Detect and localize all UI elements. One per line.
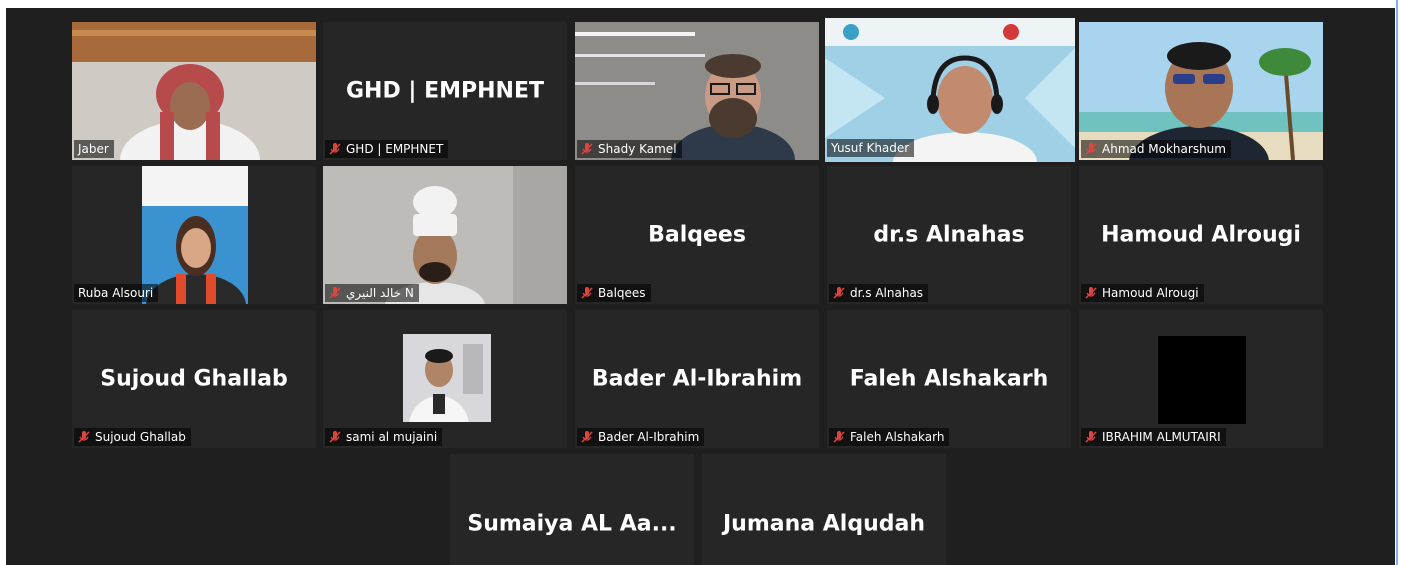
gallery-view: Jaber GHD | EMPHNET GHD | EMPHNET Shady … <box>6 8 1395 565</box>
window-edge <box>1396 0 1398 565</box>
participant-tile-jaber[interactable]: Jaber <box>72 22 316 160</box>
participant-name-tag: خالد النيري N <box>325 284 419 302</box>
participant-tile-hamoud-alrougi[interactable]: Hamoud Alrougi Hamoud Alrougi <box>1079 166 1323 304</box>
participant-name: Sujoud Ghallab <box>95 430 186 444</box>
participant-name: IBRAHIM ALMUTAIRI <box>1102 430 1221 444</box>
participant-name-tag: Faleh Alshakarh <box>829 428 950 446</box>
participant-name: Shady Kamel <box>598 142 677 156</box>
participant-tile-ibrahim-almutairi[interactable]: IBRAHIM ALMUTAIRI <box>1079 310 1323 448</box>
participant-display-name: Balqees <box>648 222 746 248</box>
participant-name-tag: Yusuf Khader <box>827 139 915 157</box>
participant-name-tag: Jaber <box>74 140 114 158</box>
participant-name-tag: Balqees <box>577 284 651 302</box>
participant-tile-bader-al-ibrahim[interactable]: Bader Al-Ibrahim Bader Al-Ibrahim <box>575 310 819 448</box>
participant-tile-khalid[interactable]: خالد النيري N <box>323 166 567 304</box>
participant-tile-ahmad-mokharshum[interactable]: Ahmad Mokharshum <box>1079 22 1323 160</box>
participant-display-name: Jumana Alqudah <box>722 511 926 537</box>
participant-tile-yusuf-khader[interactable]: Yusuf Khader <box>825 18 1075 162</box>
muted-mic-icon <box>1085 431 1097 443</box>
participant-name: خالد النيري N <box>346 286 414 300</box>
participant-tile-ruba-alsouri[interactable]: Ruba Alsouri <box>72 166 316 304</box>
participant-name-tag: Ruba Alsouri <box>74 284 159 302</box>
participant-tile-shady-kamel[interactable]: Shady Kamel <box>575 22 819 160</box>
participant-display-name: GHD | EMPHNET <box>346 78 544 104</box>
muted-mic-icon <box>833 431 845 443</box>
participant-name: Hamoud Alrougi <box>1102 286 1199 300</box>
muted-mic-icon <box>581 287 593 299</box>
participant-name-tag: Shady Kamel <box>577 140 682 158</box>
participant-tile-balqees[interactable]: Balqees Balqees <box>575 166 819 304</box>
participant-tile-sujoud-ghallab[interactable]: Sujoud Ghallab Sujoud Ghallab <box>72 310 316 448</box>
participant-display-name: dr.s Alnahas <box>873 222 1025 248</box>
muted-mic-icon <box>78 431 90 443</box>
participant-display-name: Faleh Alshakarh <box>849 366 1049 392</box>
participant-display-name: Hamoud Alrougi <box>1101 222 1301 248</box>
participant-tile-jumana-alqudah[interactable]: Jumana Alqudah <box>702 454 946 565</box>
participant-name: Bader Al-Ibrahim <box>598 430 700 444</box>
participant-name-tag: sami al mujaini <box>325 428 443 446</box>
muted-mic-icon <box>329 143 341 155</box>
participant-name: Balqees <box>598 286 646 300</box>
participant-display-name: Bader Al-Ibrahim <box>591 366 803 392</box>
participant-tile-drs-alnahas[interactable]: dr.s Alnahas dr.s Alnahas <box>827 166 1071 304</box>
muted-mic-icon <box>329 287 341 299</box>
muted-mic-icon <box>1085 287 1097 299</box>
participant-name-tag: Hamoud Alrougi <box>1081 284 1204 302</box>
participant-name: dr.s Alnahas <box>850 286 924 300</box>
profile-photo <box>1158 336 1246 424</box>
muted-mic-icon <box>581 143 593 155</box>
participant-tile-ghd-emphnet[interactable]: GHD | EMPHNET GHD | EMPHNET <box>323 22 567 160</box>
participant-name: Jaber <box>78 142 109 156</box>
muted-mic-icon <box>329 431 341 443</box>
participant-name-tag: Sujoud Ghallab <box>74 428 191 446</box>
participant-name-tag: GHD | EMPHNET <box>325 140 449 158</box>
participant-display-name: Sujoud Ghallab <box>100 366 288 392</box>
participant-name: Yusuf Khader <box>831 141 910 155</box>
participant-name-tag: Ahmad Mokharshum <box>1081 140 1231 158</box>
participant-tile-faleh-alshakarh[interactable]: Faleh Alshakarh Faleh Alshakarh <box>827 310 1071 448</box>
participant-name: Faleh Alshakarh <box>850 430 945 444</box>
participant-name-tag: Bader Al-Ibrahim <box>577 428 705 446</box>
muted-mic-icon <box>833 287 845 299</box>
participant-name-tag: IBRAHIM ALMUTAIRI <box>1081 428 1226 446</box>
muted-mic-icon <box>1085 143 1097 155</box>
participant-name-tag: dr.s Alnahas <box>829 284 929 302</box>
participant-tile-sami-al-mujaini[interactable]: sami al mujaini <box>323 310 567 448</box>
participant-name: sami al mujaini <box>346 430 438 444</box>
muted-mic-icon <box>581 431 593 443</box>
participant-tile-sumaiya-al-aa[interactable]: Sumaiya AL Aa... <box>450 454 694 565</box>
participant-name: Ruba Alsouri <box>78 286 154 300</box>
participant-display-name: Sumaiya AL Aa... <box>467 511 677 537</box>
profile-photo <box>403 334 491 422</box>
participant-name: Ahmad Mokharshum <box>1102 142 1226 156</box>
participant-name: GHD | EMPHNET <box>346 142 444 156</box>
